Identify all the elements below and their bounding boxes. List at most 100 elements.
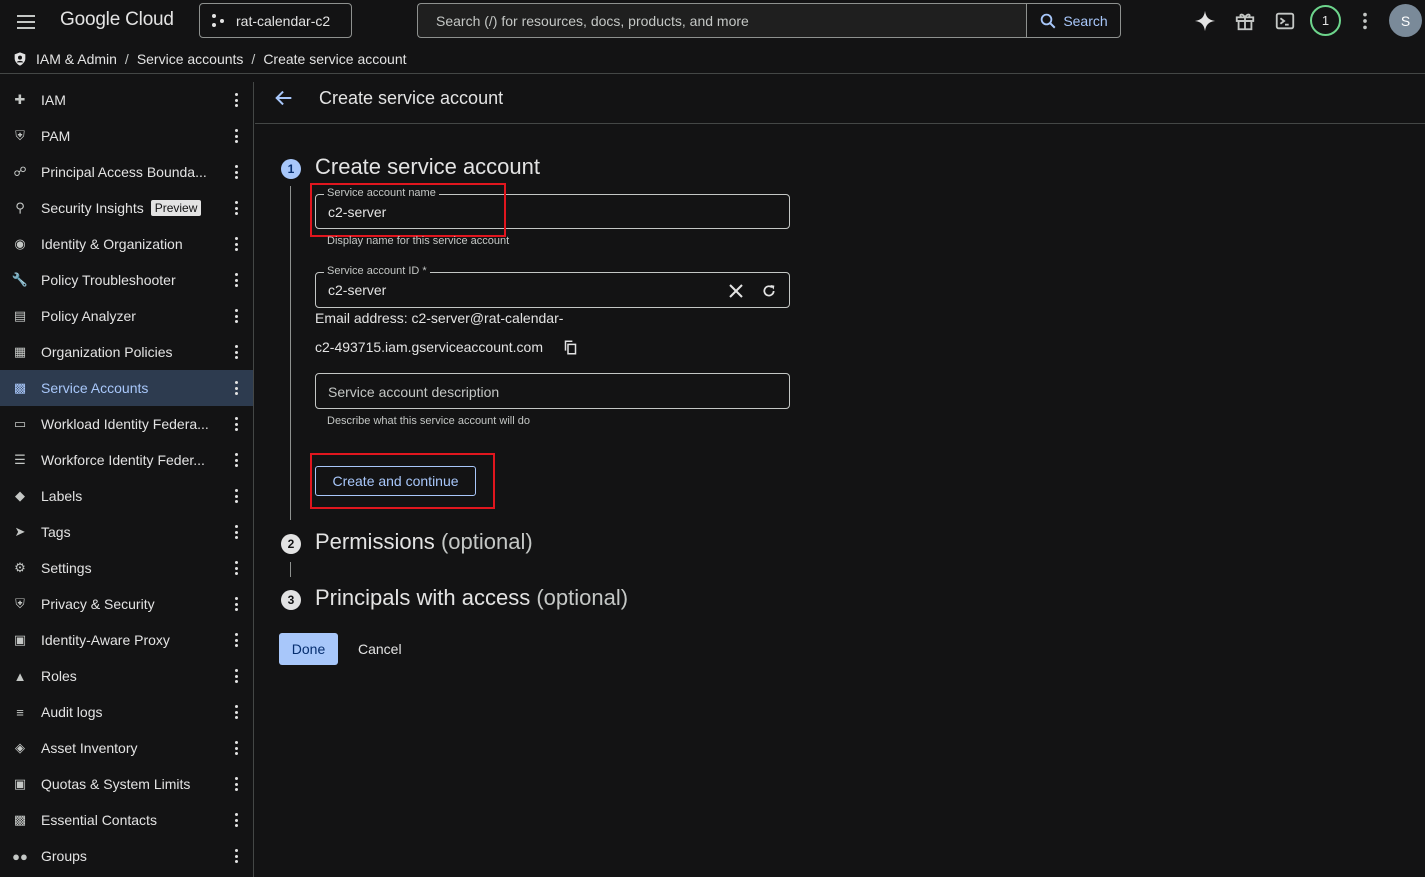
sidebar-item-essential-contacts[interactable]: ▩ Essential Contacts xyxy=(0,802,253,838)
more-vert-icon[interactable] xyxy=(232,597,240,611)
top-bar: Google Cloud rat-calendar-c2 Search (/) … xyxy=(0,0,1425,44)
sidebar-item-settings[interactable]: ⚙ Settings xyxy=(0,550,253,586)
account-circle-icon: ◉ xyxy=(14,236,26,251)
preview-badge: Preview xyxy=(150,200,202,216)
sidebar: ✚ IAM ⛨ PAM ☍ Principal Access Bounda... ⚲ S… xyxy=(0,82,254,877)
sidebar-item-principal-access-boundary[interactable]: ☍ Principal Access Bounda... xyxy=(0,154,253,190)
sidebar-item-iam[interactable]: ✚ IAM xyxy=(0,82,253,118)
hat-icon: ▲ xyxy=(13,668,27,684)
iam-shield-icon xyxy=(14,51,26,66)
tag-icon: ➤ xyxy=(14,524,26,539)
sidebar-item-identity-aware-proxy[interactable]: ▣ Identity-Aware Proxy xyxy=(0,622,253,658)
copy-icon[interactable] xyxy=(563,340,578,355)
more-vert-icon[interactable] xyxy=(232,165,240,179)
shield-icon: ⛨ xyxy=(15,128,25,143)
more-vert-icon[interactable] xyxy=(232,561,240,575)
sidebar-item-workforce-identity-federation[interactable]: ☰ Workforce Identity Feder... xyxy=(0,442,253,478)
highlight-box-name xyxy=(310,183,506,237)
gift-icon[interactable] xyxy=(1232,8,1258,34)
step-3-title[interactable]: Principals with access (optional) xyxy=(315,585,628,611)
more-vert-icon[interactable] xyxy=(232,309,240,323)
service-account-id-field[interactable]: Service account ID * c2-server xyxy=(315,265,790,308)
more-vert-icon[interactable] xyxy=(232,813,240,827)
sidebar-item-asset-inventory[interactable]: ◈ Asset Inventory xyxy=(0,730,253,766)
gemini-sparkle-icon[interactable] xyxy=(1192,8,1218,34)
sidebar-item-groups[interactable]: ●● Groups xyxy=(0,838,253,874)
more-vert-icon[interactable] xyxy=(232,129,240,143)
step-2-title[interactable]: Permissions (optional) xyxy=(315,529,533,555)
refresh-icon[interactable] xyxy=(761,283,777,299)
search-input[interactable]: Search (/) for resources, docs, products… xyxy=(417,3,1026,38)
shield-lock-icon: ⛨ xyxy=(15,596,25,611)
more-vert-icon[interactable] xyxy=(232,633,240,647)
search-button-label: Search xyxy=(1063,12,1108,29)
back-arrow-icon[interactable] xyxy=(273,87,295,109)
service-account-description-helper: Describe what this service account will … xyxy=(327,415,530,427)
service-account-description-field[interactable]: Service account description xyxy=(315,373,790,409)
google-cloud-logo[interactable]: Google Cloud xyxy=(60,9,174,31)
sidebar-item-labels[interactable]: ◆ Labels xyxy=(0,478,253,514)
insights-icon: ⚲ xyxy=(15,200,25,215)
more-vert-icon[interactable] xyxy=(232,705,240,719)
more-vert-icon[interactable] xyxy=(232,453,240,467)
search-button[interactable]: Search xyxy=(1026,3,1121,38)
more-vert-icon[interactable] xyxy=(232,669,240,683)
service-account-id-label: Service account ID * xyxy=(324,265,430,277)
gear-icon: ⚙ xyxy=(14,560,26,575)
avatar[interactable]: S xyxy=(1389,4,1422,37)
cancel-button[interactable]: Cancel xyxy=(358,641,402,657)
sidebar-item-tags[interactable]: ➤ Tags xyxy=(0,514,253,550)
sidebar-item-quotas-system-limits[interactable]: ▣ Quotas & System Limits xyxy=(0,766,253,802)
boundary-icon: ☍ xyxy=(13,164,27,179)
sidebar-item-identity-organization[interactable]: ◉ Identity & Organization xyxy=(0,226,253,262)
sidebar-item-roles[interactable]: ▲ Roles xyxy=(0,658,253,694)
clear-icon[interactable] xyxy=(729,284,743,298)
sidebar-item-policy-troubleshooter[interactable]: 🔧 Policy Troubleshooter xyxy=(0,262,253,298)
sidebar-item-pam[interactable]: ⛨ PAM xyxy=(0,118,253,154)
more-vert-icon[interactable] xyxy=(232,345,240,359)
groups-icon: ●● xyxy=(12,848,28,864)
done-button[interactable]: Done xyxy=(279,633,338,665)
more-vert-icon[interactable] xyxy=(232,489,240,503)
notifications-badge[interactable]: 1 xyxy=(1310,5,1341,36)
more-vert-icon[interactable] xyxy=(232,417,240,431)
breadcrumb-service-accounts[interactable]: Service accounts xyxy=(137,51,244,67)
email-address-line1: Email address: c2-server@rat-calendar- xyxy=(315,310,564,326)
more-vert-icon[interactable] xyxy=(232,525,240,539)
sidebar-item-privacy-security[interactable]: ⛨ Privacy & Security xyxy=(0,586,253,622)
policy-analyzer-icon: ▤ xyxy=(13,308,27,323)
list-box-icon: ▦ xyxy=(13,344,27,359)
step-1-number: 1 xyxy=(281,159,301,179)
sidebar-item-security-insights[interactable]: ⚲ Security Insights Preview xyxy=(0,190,253,226)
project-name: rat-calendar-c2 xyxy=(236,12,331,29)
more-vert-icon[interactable] xyxy=(232,849,240,863)
cloud-shell-icon[interactable] xyxy=(1272,8,1298,34)
label-icon: ◆ xyxy=(15,488,25,503)
more-vert-icon[interactable] xyxy=(232,741,240,755)
main-header: Create service account xyxy=(255,74,1425,124)
more-vert-icon[interactable] xyxy=(232,777,240,791)
sidebar-item-policy-analyzer[interactable]: ▤ Policy Analyzer xyxy=(0,298,253,334)
sidebar-item-service-accounts[interactable]: ▩ Service Accounts xyxy=(0,370,253,406)
contacts-icon: ▩ xyxy=(13,812,27,827)
more-vert-icon[interactable] xyxy=(232,273,240,287)
more-vert-icon[interactable] xyxy=(232,237,240,251)
search-icon xyxy=(1041,13,1056,28)
sidebar-item-audit-logs[interactable]: ≡ Audit logs xyxy=(0,694,253,730)
breadcrumb-iam-admin[interactable]: IAM & Admin xyxy=(36,51,117,67)
more-vert-icon[interactable] xyxy=(1352,8,1378,34)
step-2-number: 2 xyxy=(281,534,301,554)
sidebar-item-workload-identity-federation[interactable]: ▭ Workload Identity Federa... xyxy=(0,406,253,442)
more-vert-icon[interactable] xyxy=(232,93,240,107)
more-vert-icon[interactable] xyxy=(232,381,240,395)
project-picker[interactable]: rat-calendar-c2 xyxy=(199,3,352,38)
project-icon xyxy=(212,13,226,28)
quota-icon: ▣ xyxy=(13,776,27,791)
sidebar-item-organization-policies[interactable]: ▦ Organization Policies xyxy=(0,334,253,370)
more-vert-icon[interactable] xyxy=(232,201,240,215)
step-3-number: 3 xyxy=(281,590,301,610)
page-title: Create service account xyxy=(319,88,504,108)
hamburger-menu-icon[interactable] xyxy=(14,11,38,33)
service-account-id-value: c2-server xyxy=(328,282,387,298)
email-address-line2: c2-493715.iam.gserviceaccount.com xyxy=(315,339,544,355)
